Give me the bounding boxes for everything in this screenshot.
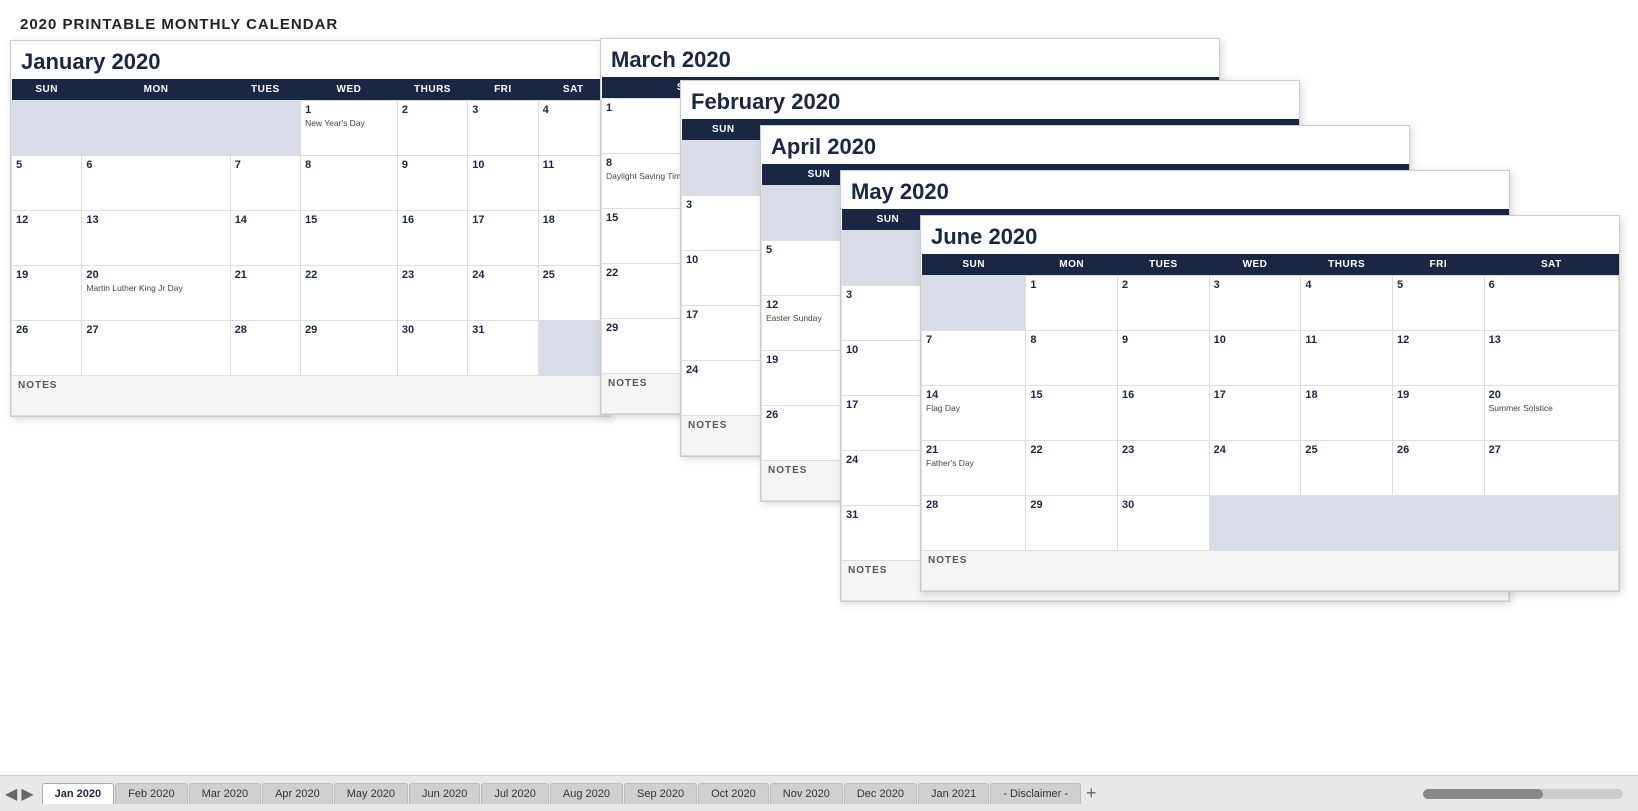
col-thu: THURS: [397, 79, 467, 101]
tab-nov2020[interactable]: Nov 2020: [770, 783, 843, 804]
calendar-june: June 2020 SUN MON TUES WED THURS FRI SAT…: [920, 215, 1620, 592]
tab-jun2020[interactable]: Jun 2020: [409, 783, 480, 804]
tab-dec2020[interactable]: Dec 2020: [844, 783, 917, 804]
scrollbar-thumb[interactable]: [1423, 789, 1543, 799]
table-row: 26 27 28 29 30 31: [12, 321, 609, 376]
june-title: June 2020: [921, 216, 1619, 254]
table-row: 21Father's Day 22 23 24 25 26 27: [922, 441, 1619, 496]
tab-disclaimer[interactable]: - Disclaimer -: [990, 783, 1081, 804]
tab-jan2021[interactable]: Jan 2021: [918, 783, 989, 804]
col-mon: MON: [82, 79, 230, 101]
tab-feb2020[interactable]: Feb 2020: [115, 783, 187, 804]
table-row: 1 2 3 4 5 6: [922, 276, 1619, 331]
table-row: 19 20Martin Luther King Jr Day 21 22 23 …: [12, 266, 609, 321]
tab-apr2020[interactable]: Apr 2020: [262, 783, 333, 804]
tab-jul2020[interactable]: Jul 2020: [481, 783, 549, 804]
sheet-tab-strip: Jan 2020 Feb 2020 Mar 2020 Apr 2020 May …: [42, 783, 1423, 804]
scroll-right-arrow[interactable]: ▶: [21, 784, 33, 804]
may-title: May 2020: [841, 171, 1509, 209]
april-title: April 2020: [761, 126, 1409, 164]
horizontal-scrollbar[interactable]: [1423, 789, 1623, 799]
table-row: 14Flag Day 15 16 17 18 19 20Summer Solst…: [922, 386, 1619, 441]
table-row: 5 6 7 8 9 10 11: [12, 156, 609, 211]
col-sat: SAT: [538, 79, 608, 101]
add-sheet-button[interactable]: +: [1086, 783, 1097, 804]
tab-may2020[interactable]: May 2020: [334, 783, 408, 804]
col-sun: SUN: [12, 79, 82, 101]
june-table: SUN MON TUES WED THURS FRI SAT 1 2 3 4 5: [921, 254, 1619, 591]
page-title: 2020 PRINTABLE MONTHLY CALENDAR: [20, 16, 1618, 33]
col-wed: WED: [301, 79, 398, 101]
tab-aug2020[interactable]: Aug 2020: [550, 783, 623, 804]
tab-bar: ◀ ▶ Jan 2020 Feb 2020 Mar 2020 Apr 2020 …: [0, 775, 1638, 811]
january-table: SUN MON TUES WED THURS FRI SAT 1New Year…: [11, 79, 609, 416]
col-fri: FRI: [468, 79, 538, 101]
table-row: 12 13 14 15 16 17 18: [12, 211, 609, 266]
tab-mar2020[interactable]: Mar 2020: [189, 783, 261, 804]
february-title: February 2020: [681, 81, 1299, 119]
table-row: 28 29 30: [922, 496, 1619, 551]
march-title: March 2020: [601, 39, 1219, 77]
tab-sep2020[interactable]: Sep 2020: [624, 783, 697, 804]
scroll-left-arrow[interactable]: ◀: [5, 784, 17, 804]
table-row: 7 8 9 10 11 12 13: [922, 331, 1619, 386]
tab-oct2020[interactable]: Oct 2020: [698, 783, 769, 804]
january-title: January 2020: [11, 41, 609, 79]
calendar-january: January 2020 SUN MON TUES WED THURS FRI …: [10, 40, 610, 417]
col-tue: TUES: [230, 79, 300, 101]
table-row: 1New Year's Day 2 3 4: [12, 101, 609, 156]
tab-jan2020[interactable]: Jan 2020: [42, 783, 114, 804]
notes-row: NOTES: [12, 376, 609, 416]
notes-row: NOTES: [922, 551, 1619, 591]
